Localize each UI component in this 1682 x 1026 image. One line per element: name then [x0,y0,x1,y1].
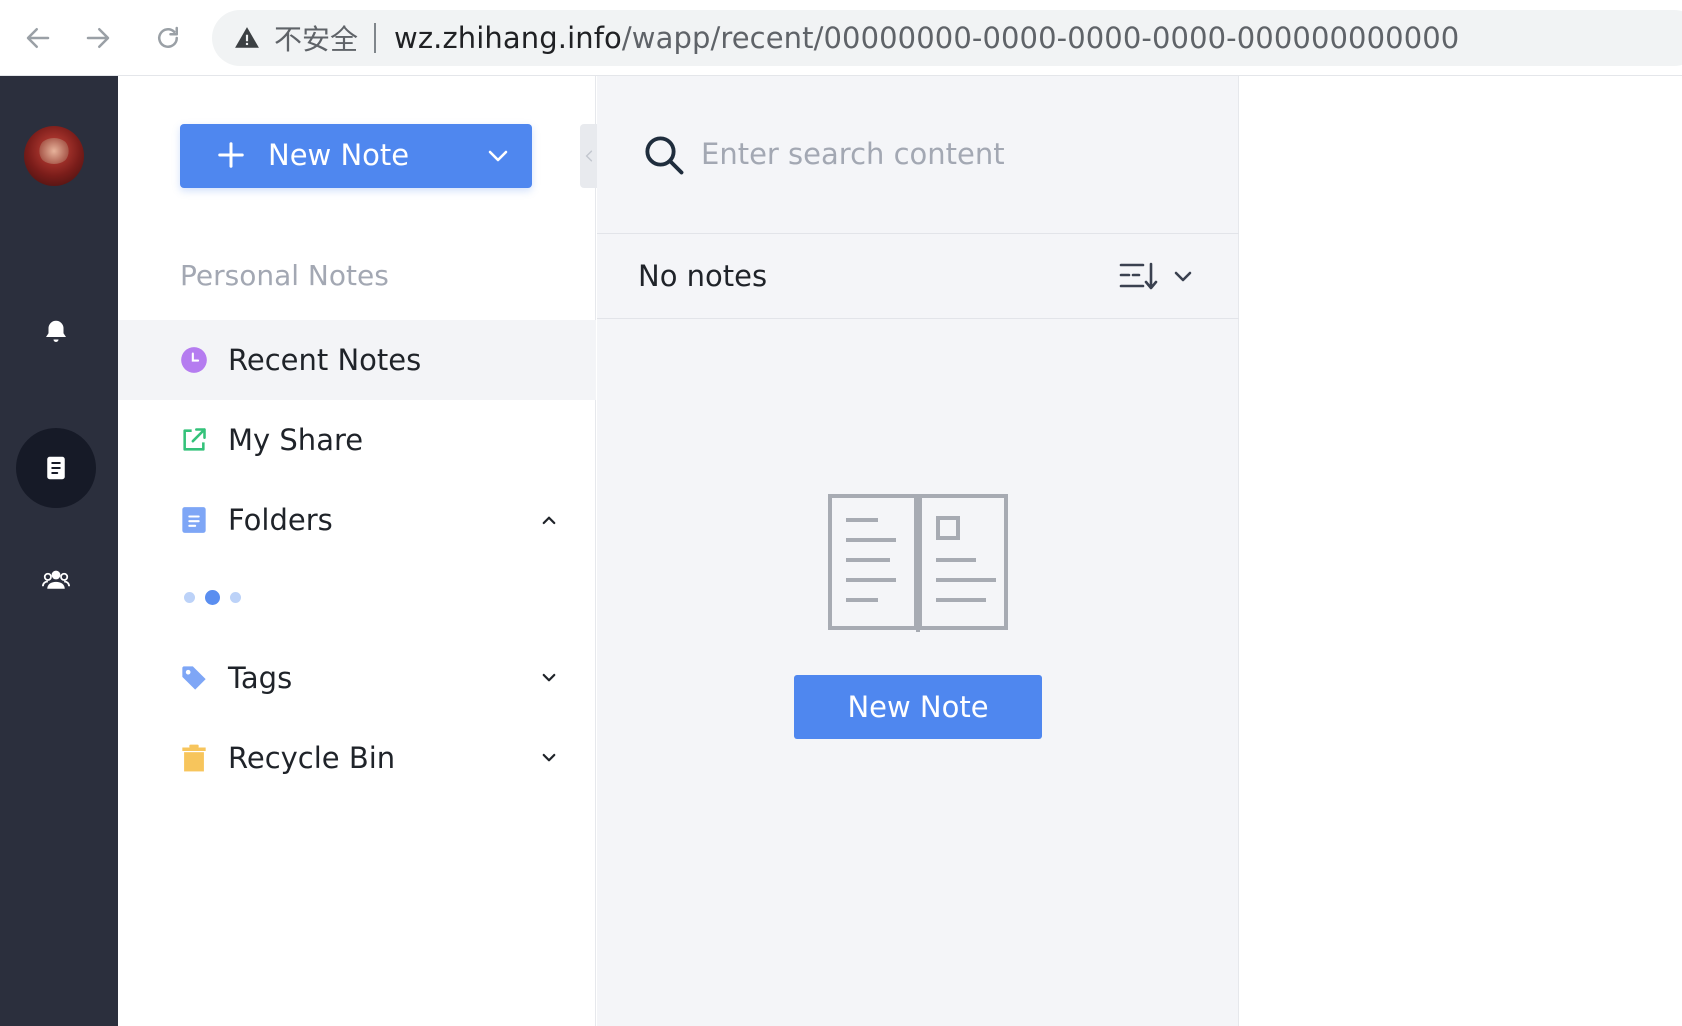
users-icon [42,570,70,589]
chevron-down-icon [1174,271,1192,282]
folder-doc-icon [180,506,208,534]
tag-icon [180,664,208,692]
sidebar-item-folders[interactable]: Folders [118,480,596,560]
bell-icon [46,320,66,342]
sidebar-item-label: Recent Notes [228,343,422,377]
trash-icon [180,744,208,772]
reload-icon [158,26,178,48]
insecure-label: 不安全 [274,23,359,56]
back-button[interactable] [18,18,58,58]
loading-dot [184,592,195,603]
loading-dot [205,590,220,605]
sidebar-item-label: Folders [228,503,333,537]
plus-icon [218,142,244,168]
team-nav-button[interactable] [16,540,96,620]
editor-pane [1240,76,1682,1026]
notes-nav-button[interactable] [16,428,96,508]
url-host: wz.zhihang.info [394,21,622,55]
address-bar[interactable]: 不安全 wz.zhihang.info/wapp/recent/00000000… [212,10,1682,66]
sidebar-item-recent-notes[interactable]: Recent Notes [118,320,596,400]
note-icon [47,456,65,480]
chevron-down-icon[interactable] [486,146,510,166]
sidebar-item-label: My Share [228,423,364,457]
new-note-label: New Note [268,138,410,172]
address-separator [374,23,377,53]
search-input[interactable] [701,128,1201,180]
clock-icon [180,346,208,374]
chevron-up-icon[interactable] [540,511,558,529]
share-icon [180,426,208,454]
sidebar-item-my-share[interactable]: My Share [118,400,596,480]
search-icon [645,136,684,175]
avatar[interactable] [24,126,84,186]
url-path: /wapp/recent/00000000-0000-0000-0000-000… [621,21,1460,55]
url-text: wz.zhihang.info/wapp/recent/00000000-000… [394,21,1459,55]
app-rail [0,76,118,1026]
forward-button[interactable] [78,18,118,58]
reload-button[interactable] [148,18,188,58]
search-bar [597,76,1239,234]
warning-icon [234,25,260,51]
note-list-pane: No notes New Note [597,76,1239,1026]
sort-icon [1119,262,1158,290]
empty-new-note-button[interactable]: New Note [794,675,1042,739]
notes-sidebar: New Note Personal Notes Recent Notes My … [118,76,598,1026]
section-title-personal-notes: Personal Notes [180,259,389,292]
loading-dot [230,592,241,603]
arrow-right-icon [86,28,110,48]
sidebar-item-label: Recycle Bin [228,741,396,775]
browser-toolbar: 不安全 wz.zhihang.info/wapp/recent/00000000… [0,0,1682,76]
empty-status-text: No notes [638,259,768,293]
sidebar-item-recycle-bin[interactable]: Recycle Bin [118,718,596,798]
sidebar-item-label: Tags [228,661,293,695]
empty-book-illustration [828,494,1008,632]
arrow-left-icon [26,28,50,48]
list-header: No notes [597,235,1239,319]
chevron-down-icon[interactable] [540,749,558,767]
chevron-down-icon[interactable] [540,669,558,687]
new-note-button[interactable]: New Note [180,124,532,188]
collapse-sidebar-button[interactable] [580,124,598,188]
sort-button[interactable] [1119,257,1197,295]
notifications-button[interactable] [16,292,96,372]
sidebar-item-tags[interactable]: Tags [118,638,596,718]
chevron-left-icon [585,150,593,162]
folders-loading-indicator [184,590,241,605]
